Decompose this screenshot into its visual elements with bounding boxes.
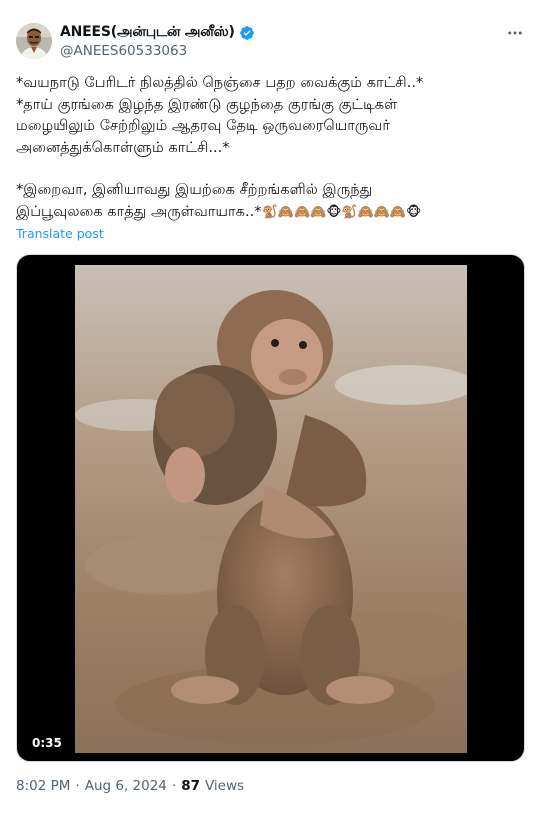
verified-badge-icon bbox=[239, 25, 255, 41]
views-count: 87 bbox=[181, 778, 200, 794]
more-horizontal-icon bbox=[508, 31, 522, 35]
views-label: Views bbox=[204, 778, 245, 794]
more-options-button[interactable] bbox=[504, 24, 526, 42]
meta-separator: · bbox=[75, 778, 80, 794]
tweet-line-with-emojis: இப்பூவுலகை காத்து அருள்வாயாக..*🐒🙈🙈🙈🐵🐒🙈🙈🙈… bbox=[16, 201, 528, 224]
tweet-line: *வயநாடு பேரிடர் நிலத்தில் நெஞ்சை பதற வைக… bbox=[16, 74, 424, 91]
tweet-line: மழையிலும் சேற்றிலும் ஆதரவு தேடி ஒருவரையொ… bbox=[16, 117, 390, 134]
meta-separator: · bbox=[171, 778, 177, 794]
author-display-name[interactable]: ANEES(அன்புடன் அனீஸ்) bbox=[60, 24, 235, 42]
post-time[interactable]: 8:02 PM bbox=[16, 778, 70, 794]
tweet-post: ANEES(அன்புடன் அனீஸ்) @ANEES60533063 *வய… bbox=[0, 0, 542, 815]
tweet-line: இப்பூவுலகை காத்து அருள்வாயாக..* bbox=[16, 202, 262, 220]
tweet-line: *இறைவா, இனியாவது இயற்கை சீற்றங்களில் இரு… bbox=[16, 181, 373, 198]
video-thumbnail bbox=[75, 265, 467, 753]
tweet-line: *தாய் குரங்கை இழந்த இரண்டு குழந்தை குரங்… bbox=[16, 95, 398, 113]
avatar[interactable] bbox=[16, 23, 52, 59]
author-handle[interactable]: @ANEES60533063 bbox=[60, 43, 187, 59]
avatar-image bbox=[16, 23, 52, 59]
tweet-meta: 8:02 PM · Aug 6, 2024 · 87 Views bbox=[16, 778, 244, 794]
tweet-text: *வயநாடு பேரிடர் நிலத்தில் நெஞ்சை பதற வைக… bbox=[16, 72, 528, 223]
video-duration: 0:35 bbox=[25, 733, 69, 753]
video-player[interactable]: 0:35 bbox=[16, 254, 525, 762]
post-date[interactable]: Aug 6, 2024 bbox=[85, 778, 167, 794]
translate-post-link[interactable]: Translate post bbox=[16, 226, 104, 241]
monkey-emoji-run: 🐒🙈🙈🙈🐵🐒🙈🙈🙈🐵 bbox=[261, 204, 422, 220]
author-name-row: ANEES(அன்புடன் அனீஸ்) bbox=[60, 24, 255, 42]
tweet-line: அனைத்துக்கொள்ளும் காட்சி...* bbox=[16, 138, 230, 156]
